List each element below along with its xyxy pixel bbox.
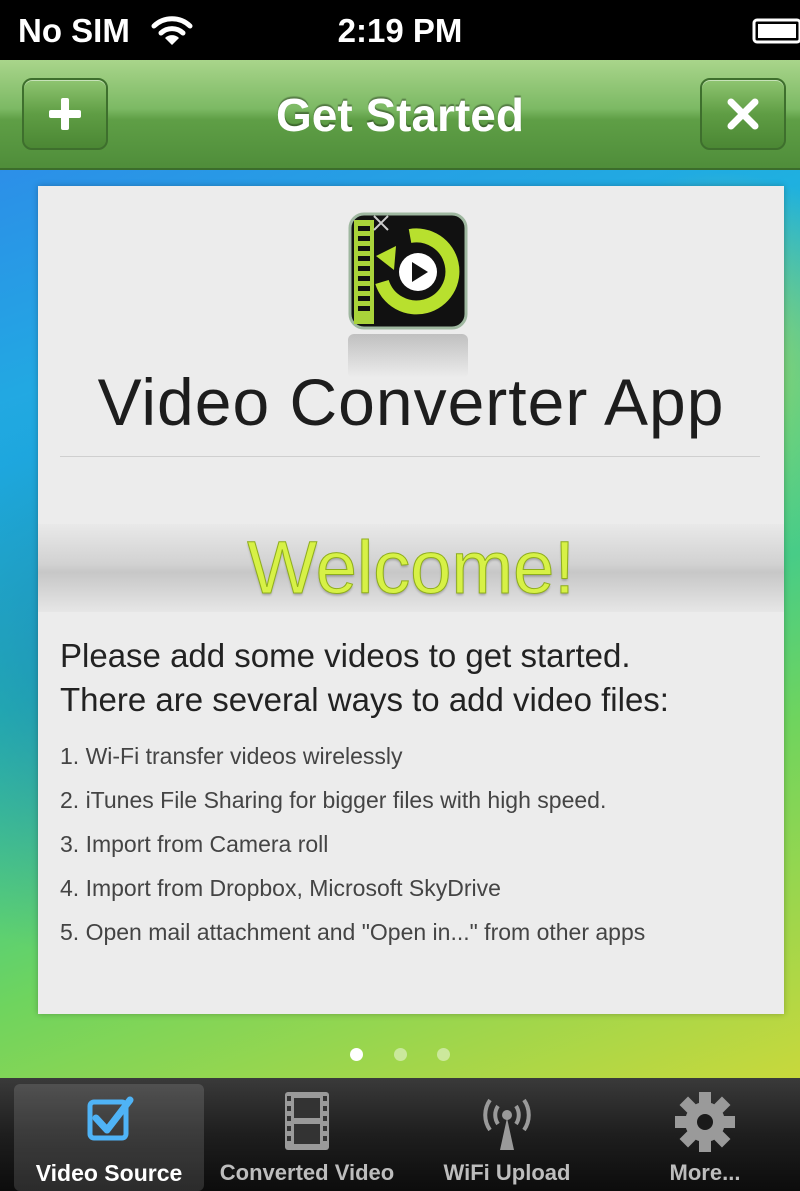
intro-text: Please add some videos to get started. T… (60, 634, 780, 722)
tab-wifi-upload[interactable]: WiFi Upload (412, 1084, 602, 1191)
tab-bar: Video Source Converted Video WiFi Upload… (0, 1078, 800, 1191)
welcome-card[interactable]: Video Converter App Welcome! Please add … (38, 186, 784, 1014)
page-dot-3[interactable] (436, 1048, 450, 1061)
video-converter-app-icon (348, 212, 468, 330)
list-item: 2. iTunes File Sharing for bigger files … (60, 787, 607, 813)
tab-label: Video Source (35, 1160, 183, 1186)
close-icon (727, 98, 759, 130)
list-item: 4. Import from Dropbox, Microsoft SkyDri… (60, 875, 501, 901)
page-dot-1[interactable] (350, 1048, 364, 1061)
tab-label: More... (669, 1160, 741, 1185)
tab-video-source[interactable]: Video Source (14, 1084, 204, 1191)
tab-label: Converted Video (219, 1160, 395, 1185)
page-dot-2[interactable] (393, 1048, 407, 1061)
tab-converted-video[interactable]: Converted Video (212, 1084, 402, 1191)
list-item: 1. Wi-Fi transfer videos wirelessly (60, 743, 403, 769)
app-name-heading: Video Converter App (97, 365, 725, 439)
add-video-ways-list: 1. Wi-Fi transfer videos wirelessly 2. i… (60, 734, 780, 954)
antenna-icon (412, 1090, 602, 1152)
page-indicator[interactable] (0, 1048, 800, 1066)
close-button[interactable] (700, 78, 786, 150)
clock-time: 2:19 PM (337, 12, 463, 49)
battery-icon (752, 18, 800, 49)
navigation-bar: Get Started (0, 60, 800, 170)
status-bar: No SIM 2:19 PM (0, 0, 800, 60)
tab-label: WiFi Upload (443, 1160, 571, 1185)
list-item: 3. Import from Camera roll (60, 831, 329, 857)
page-title: Get Started (276, 89, 524, 141)
welcome-heading: Welcome! (247, 526, 576, 610)
list-item: 5. Open mail attachment and "Open in..."… (60, 919, 646, 945)
gear-icon (610, 1090, 800, 1152)
intro-line: There are several ways to add video file… (60, 681, 669, 718)
intro-line: Please add some videos to get started. (60, 637, 631, 674)
tab-more[interactable]: More... (610, 1084, 800, 1191)
divider (60, 456, 760, 457)
checkbox-icon (14, 1090, 204, 1152)
film-icon (212, 1090, 402, 1152)
